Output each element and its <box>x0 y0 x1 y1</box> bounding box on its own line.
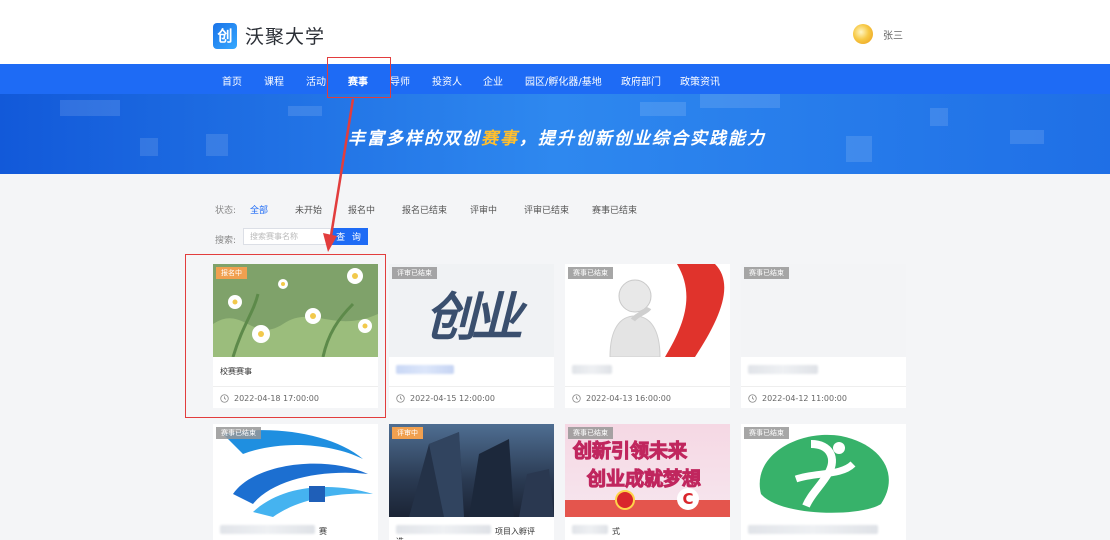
clock-icon <box>572 394 581 403</box>
filter-reviewing[interactable]: 评审中 <box>470 203 497 216</box>
logo[interactable]: 创 沃聚大学 <box>213 22 325 49</box>
banner-title: 丰富多样的双创赛事，提升创新创业综合实践能力 <box>348 129 766 149</box>
nav-item-policy-news[interactable]: 政策资讯 <box>680 73 720 88</box>
logo-icon: 创 <box>213 22 237 49</box>
search-button[interactable]: 查 询 <box>331 228 368 245</box>
thumbnail-text: 创业成就梦想 <box>586 468 702 491</box>
card-title: 项目入孵评 <box>495 527 535 536</box>
emblem-icon <box>615 490 635 510</box>
status-badge: 评审中 <box>392 427 423 439</box>
competition-card[interactable]: 赛事已结束 赛 <box>213 424 378 540</box>
nav-item-courses[interactable]: 课程 <box>264 73 284 88</box>
clock-icon <box>748 394 757 403</box>
status-badge: 赛事已结束 <box>568 267 613 279</box>
thumbnail-text: 创业 <box>424 286 523 348</box>
nav-item-government[interactable]: 政府部门 <box>621 73 661 88</box>
nav-item-home[interactable]: 首页 <box>222 73 242 88</box>
filter-not-started[interactable]: 未开始 <box>295 203 322 216</box>
filter-registering[interactable]: 报名中 <box>348 203 375 216</box>
user-menu[interactable]: 张三 <box>853 24 903 44</box>
card-title: 赛 <box>319 527 327 536</box>
thumbnail-text: 创新引领未来 <box>572 440 688 463</box>
filter-all[interactable]: 全部 <box>250 203 268 216</box>
nav-item-activities[interactable]: 活动 <box>306 73 326 88</box>
nav-item-parks[interactable]: 园区/孵化器/基地 <box>525 73 602 88</box>
search-input[interactable] <box>243 228 331 245</box>
brand-logo-icon: C <box>677 488 699 510</box>
card-date: 2022-04-15 12:00:00 <box>396 394 495 403</box>
competition-card[interactable]: 赛事已结束 2022-04-13 16:00:00 <box>565 264 730 408</box>
competition-card[interactable]: 创业 评审已结束 2022-04-15 12:00:00 <box>389 264 554 408</box>
user-name[interactable]: 张三 <box>883 27 903 42</box>
card-thumbnail: 赛事已结束 <box>741 424 906 517</box>
competition-card[interactable]: 评审中 项目入孵评 选 <box>389 424 554 540</box>
main-nav: 首页 课程 活动 赛事 导师 投资人 企业 园区/孵化器/基地 政府部门 政策资… <box>0 64 1110 94</box>
filter-review-closed[interactable]: 评审已结束 <box>524 203 569 216</box>
card-thumbnail: 赛事已结束 <box>741 264 906 357</box>
competition-card[interactable]: 赛事已结束 2022-04-12 11:00:00 <box>741 264 906 408</box>
filter-competition-ended[interactable]: 赛事已结束 <box>592 203 637 216</box>
card-thumbnail: 赛事已结束 <box>565 264 730 357</box>
card-date: 2022-04-12 11:00:00 <box>748 394 847 403</box>
card-title-line2: 选 <box>396 536 404 540</box>
card-thumbnail: 创业 评审已结束 <box>389 264 554 357</box>
status-badge: 赛事已结束 <box>744 427 789 439</box>
nav-item-investors[interactable]: 投资人 <box>432 73 462 88</box>
competition-card[interactable]: 创新引领未来 创业成就梦想 C 赛事已结束 式 <box>565 424 730 540</box>
highlight-box-nav <box>327 57 391 98</box>
card-thumbnail: 创新引领未来 创业成就梦想 C 赛事已结束 <box>565 424 730 517</box>
logo-text: 沃聚大学 <box>245 26 326 48</box>
nav-item-mentors[interactable]: 导师 <box>390 73 410 88</box>
card-thumbnail: 赛事已结束 <box>213 424 378 517</box>
competition-card[interactable]: 赛事已结束 <box>741 424 906 540</box>
top-header: 创 沃聚大学 张三 <box>0 0 1110 64</box>
search-label: 搜索: <box>215 236 237 246</box>
filter-registration-closed[interactable]: 报名已结束 <box>402 203 447 216</box>
clock-icon <box>396 394 405 403</box>
card-title: 式 <box>612 527 620 536</box>
nav-item-enterprises[interactable]: 企业 <box>483 73 503 88</box>
status-badge: 赛事已结束 <box>568 427 613 439</box>
banner-title-highlight: 赛事 <box>481 129 519 149</box>
status-label: 状态: <box>215 206 237 216</box>
page: 创 沃聚大学 张三 首页 课程 活动 赛事 导师 投资人 企业 园区/孵化器/基… <box>0 0 1110 540</box>
card-date: 2022-04-13 16:00:00 <box>572 394 671 403</box>
hero-banner: 丰富多样的双创赛事，提升创新创业综合实践能力 <box>0 94 1110 174</box>
status-badge: 赛事已结束 <box>744 267 789 279</box>
avatar[interactable] <box>853 24 873 44</box>
status-badge: 报名中 <box>216 267 247 279</box>
card-thumbnail: 评审中 <box>389 424 554 517</box>
status-badge: 赛事已结束 <box>216 427 261 439</box>
status-badge: 评审已结束 <box>392 267 437 279</box>
